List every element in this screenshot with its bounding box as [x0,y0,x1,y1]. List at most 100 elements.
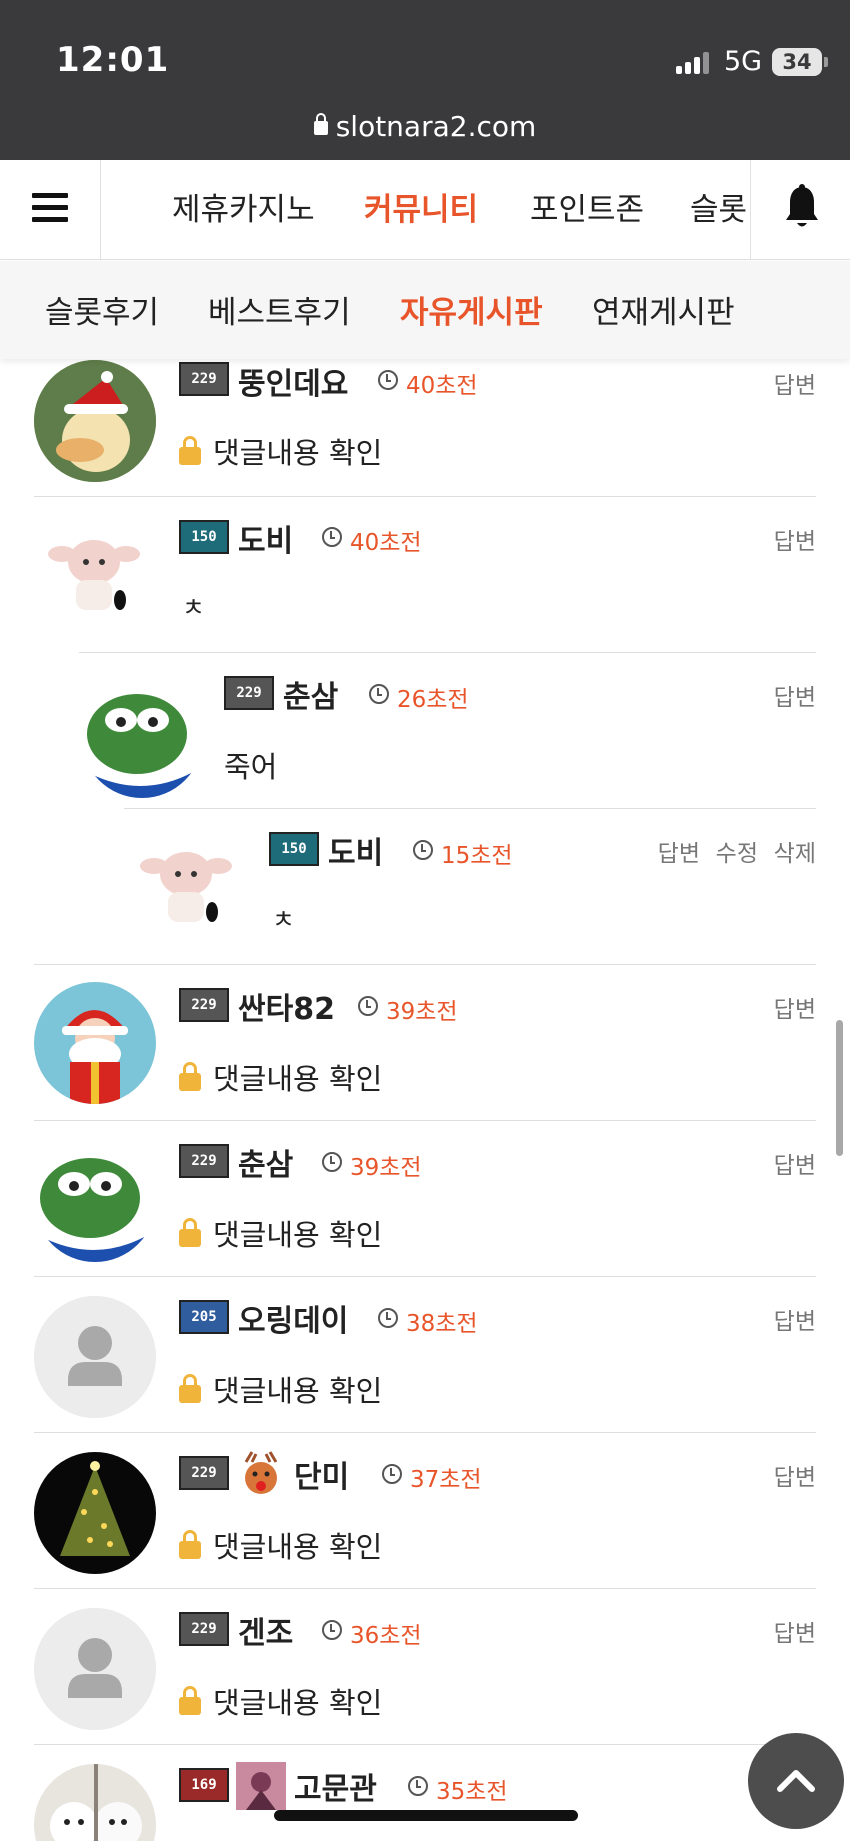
level-badge: 229 [179,1456,229,1490]
comment-time: 26초전 [397,687,469,713]
avatar[interactable] [126,830,248,952]
delete-button[interactable]: 삭제 [774,834,816,868]
default-user-icon [34,1296,156,1418]
divider [34,496,816,497]
divider [34,1744,816,1745]
avatar[interactable] [34,1296,156,1418]
tab-free-board[interactable]: 자유게시판 [400,287,543,332]
divider [34,964,816,965]
comment-body: 댓글내용 확인 [179,430,382,472]
comment-body: ㅊ [182,593,206,622]
reply-button[interactable]: 답변 [774,1458,816,1492]
comment-nickname[interactable]: 춘삼 [283,672,338,716]
divider [34,1276,816,1277]
reply-button[interactable]: 답변 [774,1302,816,1336]
comment-time: 40초전 [350,530,422,556]
comment-nickname[interactable]: 싼타82 [238,984,335,1028]
comment-body: 댓글내용 확인 [179,1524,382,1566]
avatar[interactable] [34,1764,156,1841]
avatar[interactable] [34,360,156,482]
reply-button[interactable]: 답변 [774,522,816,556]
url-text: slotnara2.com [335,110,537,143]
comment-item: 229 뚱인데요 40초전 답변 댓글내용 확인 [34,340,816,496]
tab-serial-board[interactable]: 연재게시판 [592,287,735,332]
comment-item-reply: 229 춘삼 26초전 답변 죽어 [79,652,816,808]
comment-time: 39초전 [350,1155,422,1181]
clock-icon [382,1464,402,1484]
reply-button[interactable]: 답변 [774,678,816,712]
comment-body: 댓글내용 확인 [179,1680,382,1722]
reply-button[interactable]: 답변 [658,834,700,868]
comment-time: 36초전 [350,1623,422,1649]
clock-icon [322,527,342,547]
tab-best-review[interactable]: 베스트후기 [208,287,351,332]
comment-item-reply: 150 도비 15초전 답변 수정 삭제 ㅊ [124,808,816,964]
level-badge: 150 [269,832,319,866]
lock-icon [179,1530,201,1559]
profile-icon [236,1762,286,1810]
level-badge: 229 [179,988,229,1022]
nav-item-community[interactable]: 커뮤니티 [364,184,478,229]
nav-item-affiliate-casino[interactable]: 제휴카지노 [172,184,315,229]
avatar[interactable] [34,982,156,1104]
comment-body: 죽어 [224,750,278,784]
comment-item: 150 도비 40초전 답변 ㅊ [34,496,816,652]
comment-nickname[interactable]: 단미 [294,1452,349,1496]
menu-button[interactable] [0,160,101,260]
comment-time: 37초전 [410,1467,482,1493]
comment-time: 39초전 [386,999,458,1025]
comment-body: ㅊ [272,905,296,934]
lock-icon [179,436,201,465]
reply-button[interactable]: 답변 [774,1146,816,1180]
avatar[interactable] [34,1608,156,1730]
scroll-to-top-button[interactable] [748,1733,844,1829]
lock-icon [313,113,328,135]
battery-icon: 34 [772,48,828,76]
status-time: 12:01 [56,40,170,80]
main-nav: 제휴카지노 커뮤니티 포인트존 슬롯 [0,160,850,260]
comment-nickname[interactable]: 고문관 [294,1764,377,1808]
avatar[interactable] [34,518,156,640]
comment-body: 댓글내용 확인 [179,1368,382,1410]
comment-time: 35초전 [436,1779,508,1805]
avatar[interactable] [34,1140,156,1262]
avatar[interactable] [81,676,203,798]
reply-button[interactable]: 답변 [774,1614,816,1648]
address-bar[interactable]: slotnara2.com [0,110,850,143]
comment-item: 229 겐조 36초전 답변 댓글내용 확인 [34,1588,816,1744]
level-badge: 229 [179,1612,229,1646]
divider [34,1588,816,1589]
comment-item: 229 단미 37초전 답변 댓글내용 확인 [34,1432,816,1588]
comment-nickname[interactable]: 도비 [238,516,293,560]
comment-nickname[interactable]: 도비 [328,828,383,872]
clock-icon [378,1308,398,1328]
comment-body: 댓글내용 확인 [179,1212,382,1254]
main-nav-items: 제휴카지노 커뮤니티 포인트존 슬롯 [102,160,750,260]
comment-nickname[interactable]: 오링데이 [238,1296,348,1340]
reply-button[interactable]: 답변 [774,990,816,1024]
comment-body: 댓글내용 확인 [179,1056,382,1098]
comment-nickname[interactable]: 겐조 [238,1608,293,1652]
reply-button[interactable]: 답변 [774,366,816,400]
clock-icon [413,840,433,860]
comment-nickname[interactable]: 춘삼 [238,1140,293,1184]
edit-button[interactable]: 수정 [716,834,758,868]
tab-slot-review[interactable]: 슬롯후기 [45,287,159,332]
clock-icon [322,1152,342,1172]
comment-nickname[interactable]: 뚱인데요 [238,359,348,403]
sub-nav: 슬롯후기 베스트후기 자유게시판 연재게시판 [0,261,850,359]
divider [124,808,816,809]
nav-item-slot[interactable]: 슬롯 [690,184,747,229]
scrollbar[interactable] [836,1020,843,1156]
nav-item-point-zone[interactable]: 포인트존 [530,184,644,229]
clock-icon [408,1776,428,1796]
avatar[interactable] [34,1452,156,1574]
hamburger-icon [32,193,68,223]
divider [34,1432,816,1433]
notification-button[interactable] [750,160,850,260]
comment-time: 40초전 [406,373,478,399]
lock-icon [179,1218,201,1247]
comment-time: 15초전 [441,843,513,869]
lock-icon [179,1062,201,1091]
default-user-icon [34,1608,156,1730]
